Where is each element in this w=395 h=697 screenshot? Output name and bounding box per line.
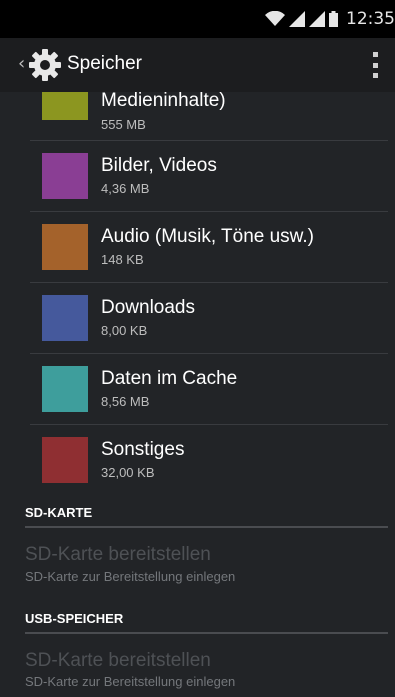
item-size: 4,36 MB — [101, 181, 150, 196]
storage-item-pictures[interactable]: Bilder, Videos 4,36 MB — [0, 141, 395, 212]
storage-item-audio[interactable]: Audio (Musik, Töne usw.) 148 KB — [0, 212, 395, 283]
settings-gear-icon[interactable] — [28, 48, 62, 82]
storage-item-misc[interactable]: Sonstiges 32,00 KB — [0, 425, 395, 496]
mount-sd-card-subtitle: SD-Karte zur Bereitstellung einlegen — [25, 569, 236, 584]
color-swatch — [42, 295, 88, 341]
item-title: Daten im Cache — [101, 368, 238, 389]
item-title: Sonstiges — [101, 439, 185, 460]
section-header-usb-storage: USB-SPEICHER — [25, 611, 124, 626]
item-size: 555 MB — [101, 117, 146, 132]
storage-item-media[interactable]: Medieninhalte) 555 MB — [0, 92, 395, 140]
color-swatch — [42, 366, 88, 412]
item-title: Bilder, Videos — [101, 155, 217, 176]
mount-usb-storage-subtitle: SD-Karte zur Bereitstellung einlegen — [25, 674, 236, 689]
storage-item-cache[interactable]: Daten im Cache 8,56 MB — [0, 354, 395, 425]
status-time: 12:35 — [346, 9, 395, 29]
wifi-icon — [265, 11, 285, 26]
section-divider — [25, 526, 388, 528]
mount-sd-card-title: SD-Karte bereitstellen — [25, 544, 211, 565]
status-bar: 12:35 — [0, 0, 395, 38]
item-size: 8,56 MB — [101, 394, 150, 409]
signal-icon — [289, 11, 305, 27]
item-title: Downloads — [101, 297, 195, 318]
mount-sd-card-item[interactable]: SD-Karte bereitstellen SD-Karte zur Bere… — [0, 532, 395, 592]
battery-icon — [329, 11, 338, 27]
item-size: 8,00 KB — [101, 323, 148, 338]
color-swatch — [42, 224, 88, 270]
color-swatch — [42, 92, 88, 120]
overflow-menu-icon[interactable] — [367, 52, 383, 78]
action-bar: ‹ Speicher — [0, 38, 395, 92]
color-swatch — [42, 153, 88, 199]
storage-list: Medieninhalte) 555 MB Bilder, Videos 4,3… — [0, 92, 395, 697]
section-divider — [25, 632, 388, 634]
status-icons: 12:35 — [265, 9, 395, 29]
mount-usb-storage-item[interactable]: SD-Karte bereitstellen SD-Karte zur Bere… — [0, 638, 395, 697]
signal-icon — [309, 11, 325, 27]
back-chevron-icon[interactable]: ‹ — [18, 53, 25, 74]
storage-item-downloads[interactable]: Downloads 8,00 KB — [0, 283, 395, 354]
item-size: 32,00 KB — [101, 465, 155, 480]
item-title: Medieninhalte) — [101, 92, 226, 111]
item-size: 148 KB — [101, 252, 144, 267]
page-title: Speicher — [67, 53, 142, 74]
section-header-sd-card: SD-KARTE — [25, 505, 93, 520]
color-swatch — [42, 437, 88, 483]
item-title: Audio (Musik, Töne usw.) — [101, 226, 314, 247]
mount-usb-storage-title: SD-Karte bereitstellen — [25, 650, 211, 671]
